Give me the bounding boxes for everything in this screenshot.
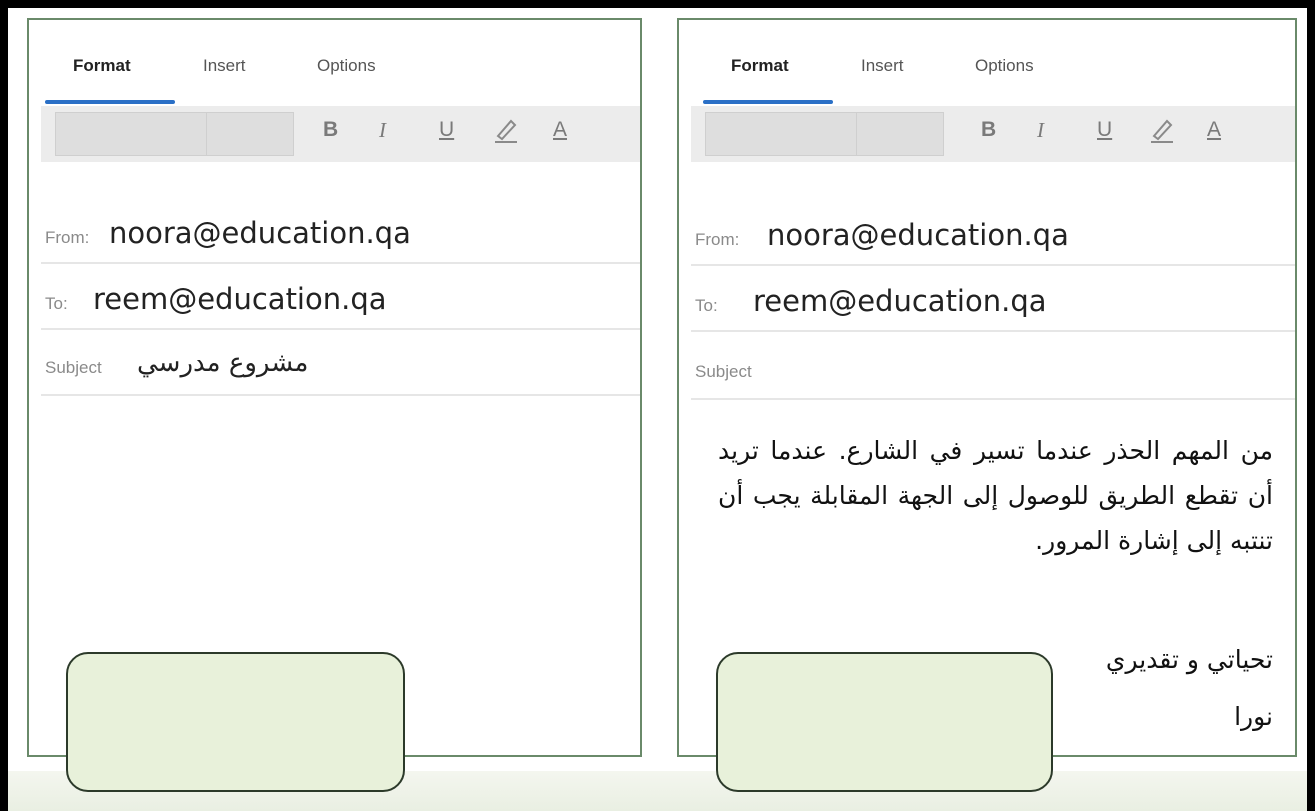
answer-box-left[interactable] — [66, 652, 405, 792]
font-family-select[interactable] — [705, 112, 857, 156]
tab-options[interactable]: Options — [317, 56, 376, 76]
format-toolbar: B I U A — [41, 106, 640, 162]
bold-button[interactable]: B — [981, 118, 996, 142]
tab-format[interactable]: Format — [731, 56, 789, 76]
email-compose-right: Format Insert Options B I U A From: noor… — [677, 18, 1297, 757]
to-label: To: — [695, 296, 718, 315]
email-compose-left: Format Insert Options B I U A From: noor… — [27, 18, 642, 757]
italic-button[interactable]: I — [1037, 118, 1044, 143]
ribbon-tabs: Format Insert Options — [679, 20, 1295, 104]
tab-format[interactable]: Format — [73, 56, 131, 76]
tab-insert[interactable]: Insert — [203, 56, 246, 76]
format-toolbar: B I U A — [691, 106, 1295, 162]
subject-field: Subject مشروع مدرسي — [41, 330, 640, 396]
from-value[interactable]: noora@education.qa — [767, 218, 1069, 252]
answer-box-right[interactable] — [716, 652, 1053, 792]
from-field: From: noora@education.qa — [691, 200, 1295, 266]
active-tab-indicator — [703, 100, 833, 104]
pen-icon[interactable] — [493, 116, 519, 150]
subject-label: Subject — [695, 362, 752, 381]
subject-field: Subject — [691, 332, 1295, 400]
font-family-select[interactable] — [55, 112, 207, 156]
to-label: To: — [45, 294, 68, 313]
pen-icon[interactable] — [1149, 116, 1175, 150]
tab-insert[interactable]: Insert — [861, 56, 904, 76]
to-value[interactable]: reem@education.qa — [753, 284, 1047, 318]
from-field: From: noora@education.qa — [41, 200, 640, 264]
underline-button[interactable]: U — [1097, 118, 1112, 142]
subject-label: Subject — [45, 358, 102, 377]
underline-button[interactable]: U — [439, 118, 454, 142]
to-field: To: reem@education.qa — [41, 264, 640, 330]
from-value[interactable]: noora@education.qa — [109, 216, 411, 250]
signature: نورا — [1234, 702, 1273, 731]
ribbon-tabs: Format Insert Options — [29, 20, 640, 104]
font-color-button[interactable]: A — [1207, 118, 1221, 142]
font-size-select[interactable] — [856, 112, 944, 156]
font-size-select[interactable] — [206, 112, 294, 156]
message-body[interactable]: من المهم الحذر عندما تسير في الشارع. عند… — [718, 428, 1273, 563]
font-color-button[interactable]: A — [553, 118, 567, 142]
active-tab-indicator — [45, 100, 175, 104]
bold-button[interactable]: B — [323, 118, 338, 142]
tab-options[interactable]: Options — [975, 56, 1034, 76]
closing-line: تحياتي و تقديري — [1105, 645, 1273, 674]
subject-value[interactable]: مشروع مدرسي — [137, 348, 308, 378]
italic-button[interactable]: I — [379, 118, 386, 143]
to-field: To: reem@education.qa — [691, 266, 1295, 332]
from-label: From: — [45, 228, 90, 247]
from-label: From: — [695, 230, 740, 249]
to-value[interactable]: reem@education.qa — [93, 282, 387, 316]
